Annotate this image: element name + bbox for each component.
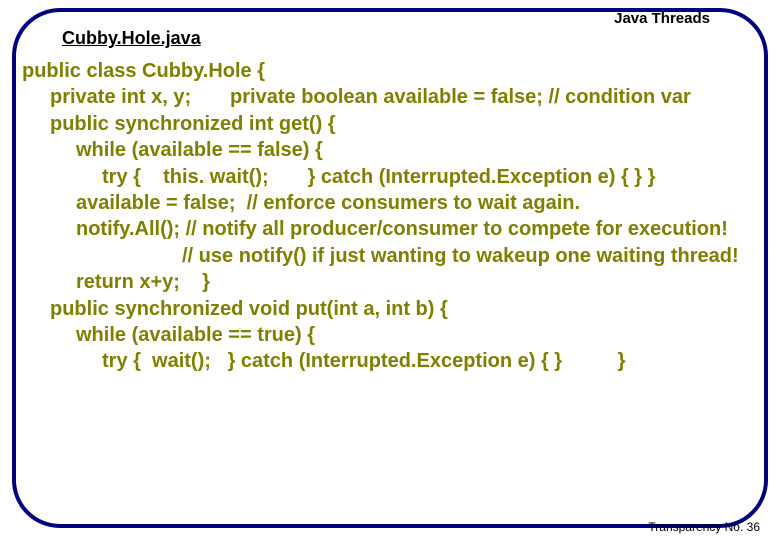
code-line: // use notify() if just wanting to wakeu… [22,243,762,269]
code-line: while (available == false) { [22,137,762,163]
code-line: try { wait(); } catch (Interrupted.Excep… [22,348,762,374]
slide-topic: Java Threads [614,10,710,27]
code-line: return x+y; } [22,269,762,295]
slide-filename: Cubby.Hole.java [62,28,201,49]
code-line: public class Cubby.Hole { [22,58,762,84]
code-line: available = false; // enforce consumers … [22,190,762,216]
code-line: while (available == true) { [22,322,762,348]
code-line: notify.All(); // notify all producer/con… [22,216,762,242]
transparency-number: Transparency No. 36 [648,520,760,534]
code-line: public synchronized int get() { [22,111,762,137]
code-line: private int x, y; private boolean availa… [22,84,762,110]
code-line: try { this. wait(); } catch (Interrupted… [22,164,762,190]
code-line: public synchronized void put(int a, int … [22,296,762,322]
code-block: public class Cubby.Hole { private int x,… [22,58,762,375]
